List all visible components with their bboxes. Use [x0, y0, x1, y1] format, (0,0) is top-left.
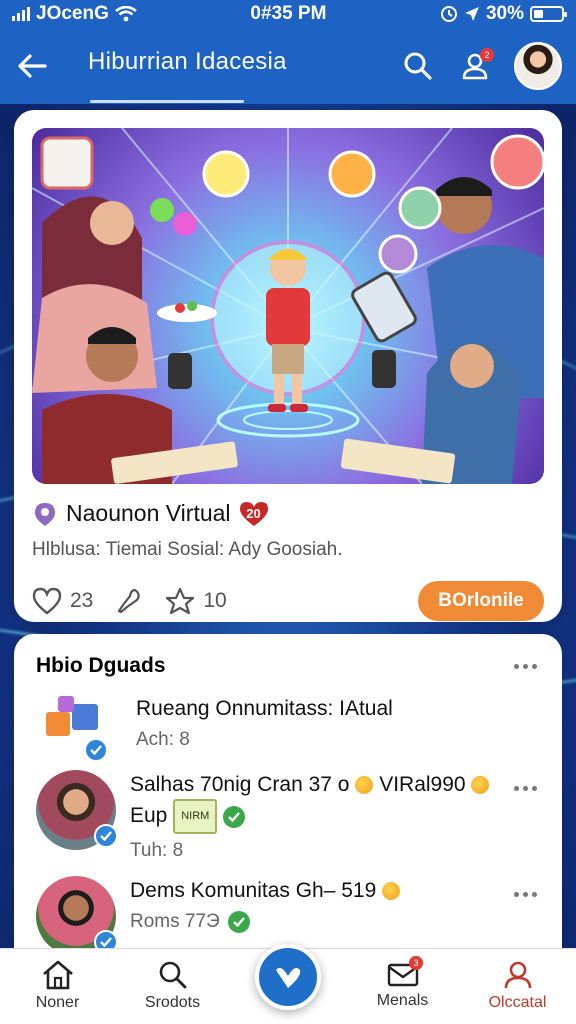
join-button[interactable]: BOrlonile	[418, 581, 544, 621]
group-name-text: Dems Komunitas Gh– 519	[130, 879, 377, 902]
verified-badge	[94, 824, 118, 848]
group-meta: Ach: 8	[136, 729, 190, 750]
search-icon	[159, 961, 186, 989]
back-arrow-icon	[18, 54, 47, 78]
hero-illustration	[32, 128, 544, 484]
group-name-part: Salhas 70nig Cran 37 o	[130, 773, 350, 796]
group-name: Dems Komunitas Gh– 519	[130, 876, 540, 905]
user-notification-button[interactable]: 2	[456, 46, 496, 86]
like-count: 23	[70, 589, 94, 612]
group-meta: Roms 77Э	[130, 911, 220, 932]
group-avatar	[42, 694, 112, 762]
page-title: Hiburrian Idacesia	[88, 48, 287, 75]
pin-needle-icon	[118, 588, 141, 614]
nav-label: Menals	[376, 992, 429, 1009]
battery-percent: 30%	[485, 3, 524, 24]
messages-badge: 3	[409, 956, 423, 970]
app-header: Hiburrian Idacesia 2	[0, 28, 576, 104]
blocks-icon	[46, 696, 98, 736]
alarm-icon	[440, 6, 457, 22]
tag-chip: NIRM	[173, 799, 218, 834]
profile-icon	[504, 961, 531, 989]
group-name-part: Eup	[130, 804, 168, 828]
back-button[interactable]	[12, 46, 52, 86]
group-name-part: VIRal990	[379, 773, 466, 796]
emoji-icon	[355, 776, 374, 795]
comment-button[interactable]	[115, 587, 143, 615]
nav-label: Noner	[35, 994, 80, 1011]
group-avatar	[36, 770, 118, 850]
star-count: 10	[203, 589, 227, 612]
feature-subtitle: Hlblusa: Tiemai Sosial: Ady Goosiah.	[32, 539, 343, 560]
battery-icon	[529, 6, 567, 22]
search-icon	[404, 52, 432, 80]
list-item[interactable]: Salhas 70nig Cran 37 o VIRal990 Eup NIRM…	[36, 770, 540, 862]
title-underline	[90, 100, 244, 103]
like-button[interactable]: 23	[32, 587, 93, 615]
feature-title: Naounon Virtual	[66, 500, 231, 526]
nav-label: Olccatal	[488, 994, 547, 1011]
heart-outline-icon	[32, 587, 62, 615]
location-pin-icon	[35, 502, 55, 526]
profile-avatar[interactable]	[514, 42, 562, 90]
group-name: Rueang Onnumitass: IAtual	[136, 697, 393, 720]
list-item[interactable]: Rueang Onnumitass: IAtual Ach: 8	[36, 694, 540, 762]
emoji-icon	[382, 882, 401, 901]
create-fab-button[interactable]	[255, 944, 321, 1010]
star-icon	[166, 587, 195, 615]
nav-home[interactable]: Noner	[0, 948, 115, 1024]
location-arrow-icon	[464, 7, 479, 21]
nav-messages[interactable]: 3 Menals	[345, 948, 460, 1024]
feature-card[interactable]: Naounon Virtual 20 Hlblusa: Tiemai Sosia…	[14, 110, 562, 622]
group-name: Salhas 70nig Cran 37 o VIRal990 Eup NIRM	[130, 770, 540, 834]
bottom-nav: Noner Srodots 3 Menals Olccatal	[0, 944, 576, 1024]
groups-more-button[interactable]	[510, 663, 540, 669]
heart-badge-count: 20	[246, 506, 261, 521]
nav-search[interactable]: Srodots	[115, 948, 230, 1024]
nav-label: Srodots	[144, 994, 201, 1011]
heart-badge: 20	[239, 501, 269, 527]
nav-profile[interactable]: Olccatal	[460, 948, 575, 1024]
search-button[interactable]	[398, 46, 438, 86]
wifi-icon	[115, 6, 137, 22]
home-icon	[42, 960, 73, 990]
status-bar: JOcenG 0#35 PM 30%	[0, 0, 576, 28]
group-meta: Tuh: 8	[130, 840, 184, 861]
status-time: 0#35 PM	[250, 3, 327, 24]
notification-badge: 2	[480, 48, 494, 62]
row-more-button[interactable]	[510, 786, 540, 791]
hero-image	[32, 128, 544, 484]
emoji-icon	[471, 776, 490, 795]
signal-icon	[12, 7, 30, 21]
group-avatar	[36, 876, 118, 956]
heart-check-icon	[276, 968, 301, 988]
check-icon	[227, 911, 250, 933]
check-icon	[223, 806, 246, 829]
row-more-button[interactable]	[510, 892, 540, 897]
carrier-label: JOcenG	[36, 3, 109, 24]
groups-card: Hbio Dguads Rueang Onnumitass: IAtual Ac…	[14, 634, 562, 964]
favorite-button[interactable]: 10	[165, 587, 227, 615]
verified-badge	[84, 738, 108, 762]
groups-title: Hbio Dguads	[36, 654, 166, 677]
